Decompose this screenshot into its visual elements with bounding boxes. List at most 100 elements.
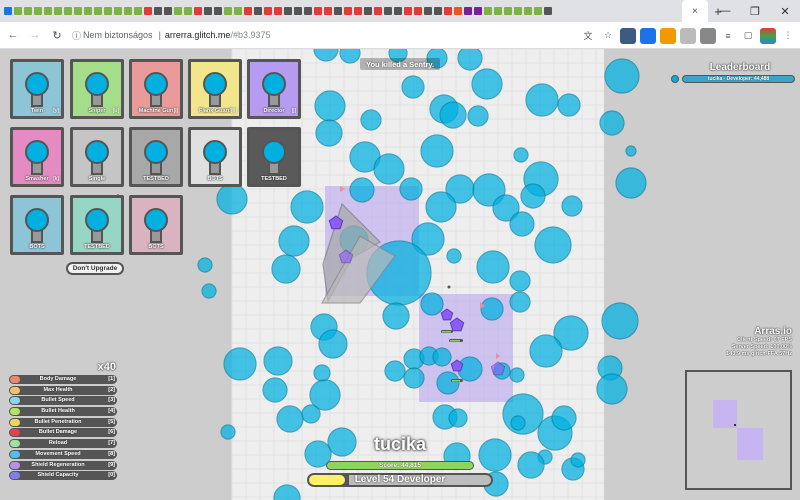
tab-favicon[interactable] [484,7,492,15]
tab-favicons[interactable] [0,0,680,22]
sidebar-icon[interactable]: ▢ [740,28,756,44]
tab-favicon[interactable] [154,7,162,15]
skill-upgrade[interactable]: Reload [7] [9,439,117,449]
back-icon[interactable]: ← [4,26,22,44]
upgrade-option[interactable]: Single [70,127,124,187]
tab-favicon[interactable] [94,7,102,15]
tab-favicon[interactable] [134,7,142,15]
tab-favicon[interactable] [534,7,542,15]
skill-upgrade[interactable]: Shield Regeneration [9] [9,460,117,470]
tab-favicon[interactable] [34,7,42,15]
tab-favicon[interactable] [304,7,312,15]
tab-favicon[interactable] [384,7,392,15]
profile-avatar[interactable] [760,27,776,44]
tab-favicon[interactable] [84,7,92,15]
tab-close-icon[interactable]: × [692,6,698,17]
menu-icon[interactable]: ⋮ [780,28,796,44]
tab-favicon[interactable] [444,7,452,15]
tab-favicon[interactable] [344,7,352,15]
tab-favicon[interactable] [464,7,472,15]
reading-list-icon[interactable]: ≡ [720,28,736,44]
upgrade-option[interactable]: TESTBED [129,127,183,187]
extension-icon[interactable] [700,27,716,44]
tab-favicon[interactable] [504,7,512,15]
tab-favicon[interactable] [434,7,442,15]
tab-favicon[interactable] [44,7,52,15]
tab-favicon[interactable] [394,7,402,15]
reload-icon[interactable]: ↻ [48,26,66,44]
tab-favicon[interactable] [374,7,382,15]
tab-favicon[interactable] [254,7,262,15]
tab-favicon[interactable] [114,7,122,15]
skill-upgrade[interactable]: Bullet Speed [3] [9,396,117,406]
tab-favicon[interactable] [314,7,322,15]
tab-favicon[interactable] [474,7,482,15]
tab-favicon[interactable] [494,7,502,15]
extension-icon[interactable] [680,27,696,44]
tab-favicon[interactable] [354,7,362,15]
tab-favicon[interactable] [144,7,152,15]
tab-favicon[interactable] [214,7,222,15]
minimize-button[interactable]: — [710,0,740,22]
upgrade-option[interactable]: Director [j] [247,59,301,119]
tab-favicon[interactable] [424,7,432,15]
tab-favicon[interactable] [4,7,12,15]
tab-favicon[interactable] [24,7,32,15]
upgrade-option[interactable]: Machine Gun [i] [129,59,183,119]
skill-upgrade[interactable]: Max Health [2] [9,385,117,395]
upgrade-option[interactable]: BOTS [129,195,183,255]
upgrade-option[interactable]: Flank Guard [h] [188,59,242,119]
tab-favicon[interactable] [514,7,522,15]
tab-favicon[interactable] [334,7,342,15]
tab-favicon[interactable] [224,7,232,15]
dont-upgrade-button[interactable]: Don't Upgrade [66,262,124,275]
tab-favicon[interactable] [284,7,292,15]
translate-icon[interactable]: 文 [580,28,596,44]
skill-upgrade[interactable]: Bullet Damage [6] [9,428,117,438]
tab-favicon[interactable] [184,7,192,15]
tab-favicon[interactable] [324,7,332,15]
upgrade-option[interactable]: BOTS [10,195,64,255]
tab-favicon[interactable] [64,7,72,15]
upgrade-option[interactable]: Twin [y] [10,59,64,119]
skill-upgrade[interactable]: Bullet Health [4] [9,407,117,417]
tab-favicon[interactable] [234,7,242,15]
close-window-button[interactable]: ✕ [770,0,800,22]
tab-favicon[interactable] [274,7,282,15]
skill-upgrade[interactable]: Movement Speed [8] [9,449,117,459]
upgrade-option[interactable]: Sniper [u] [70,59,124,119]
tab-favicon[interactable] [204,7,212,15]
extension-icon[interactable] [620,27,636,44]
tab-favicon[interactable] [454,7,462,15]
bookmark-star-icon[interactable]: ☆ [600,28,616,44]
tab-favicon[interactable] [544,7,552,15]
forward-icon[interactable]: → [26,26,44,44]
address-bar[interactable]: ⓘ Nem biztonságos | arrerra.glitch.me /#… [72,25,592,45]
tab-favicon[interactable] [264,7,272,15]
skill-upgrade[interactable]: Body Damage [1] [9,375,117,384]
tab-favicon[interactable] [74,7,82,15]
skill-upgrade[interactable]: Shield Capacity [0] [9,471,117,481]
tab-favicon[interactable] [294,7,302,15]
skill-upgrade[interactable]: Bullet Penetration [5] [9,417,117,427]
tab-favicon[interactable] [364,7,372,15]
extension-icon[interactable] [640,27,656,44]
upgrade-option[interactable]: TESTBED [247,127,301,187]
tab-favicon[interactable] [194,7,202,15]
upgrade-option[interactable]: Smasher [k] [10,127,64,187]
tab-favicon[interactable] [104,7,112,15]
tab-favicon[interactable] [524,7,532,15]
tab-favicon[interactable] [414,7,422,15]
tab-favicon[interactable] [54,7,62,15]
tab-favicon[interactable] [14,7,22,15]
upgrade-option[interactable]: BOTS [188,127,242,187]
upgrade-option[interactable]: TESTBED [70,195,124,255]
tab-favicon[interactable] [174,7,182,15]
active-tab[interactable]: × [682,0,708,22]
maximize-button[interactable]: ❐ [740,0,770,22]
tab-favicon[interactable] [124,7,132,15]
tab-favicon[interactable] [404,7,412,15]
tab-favicon[interactable] [244,7,252,15]
extension-icon[interactable] [660,27,676,44]
tab-favicon[interactable] [164,7,172,15]
